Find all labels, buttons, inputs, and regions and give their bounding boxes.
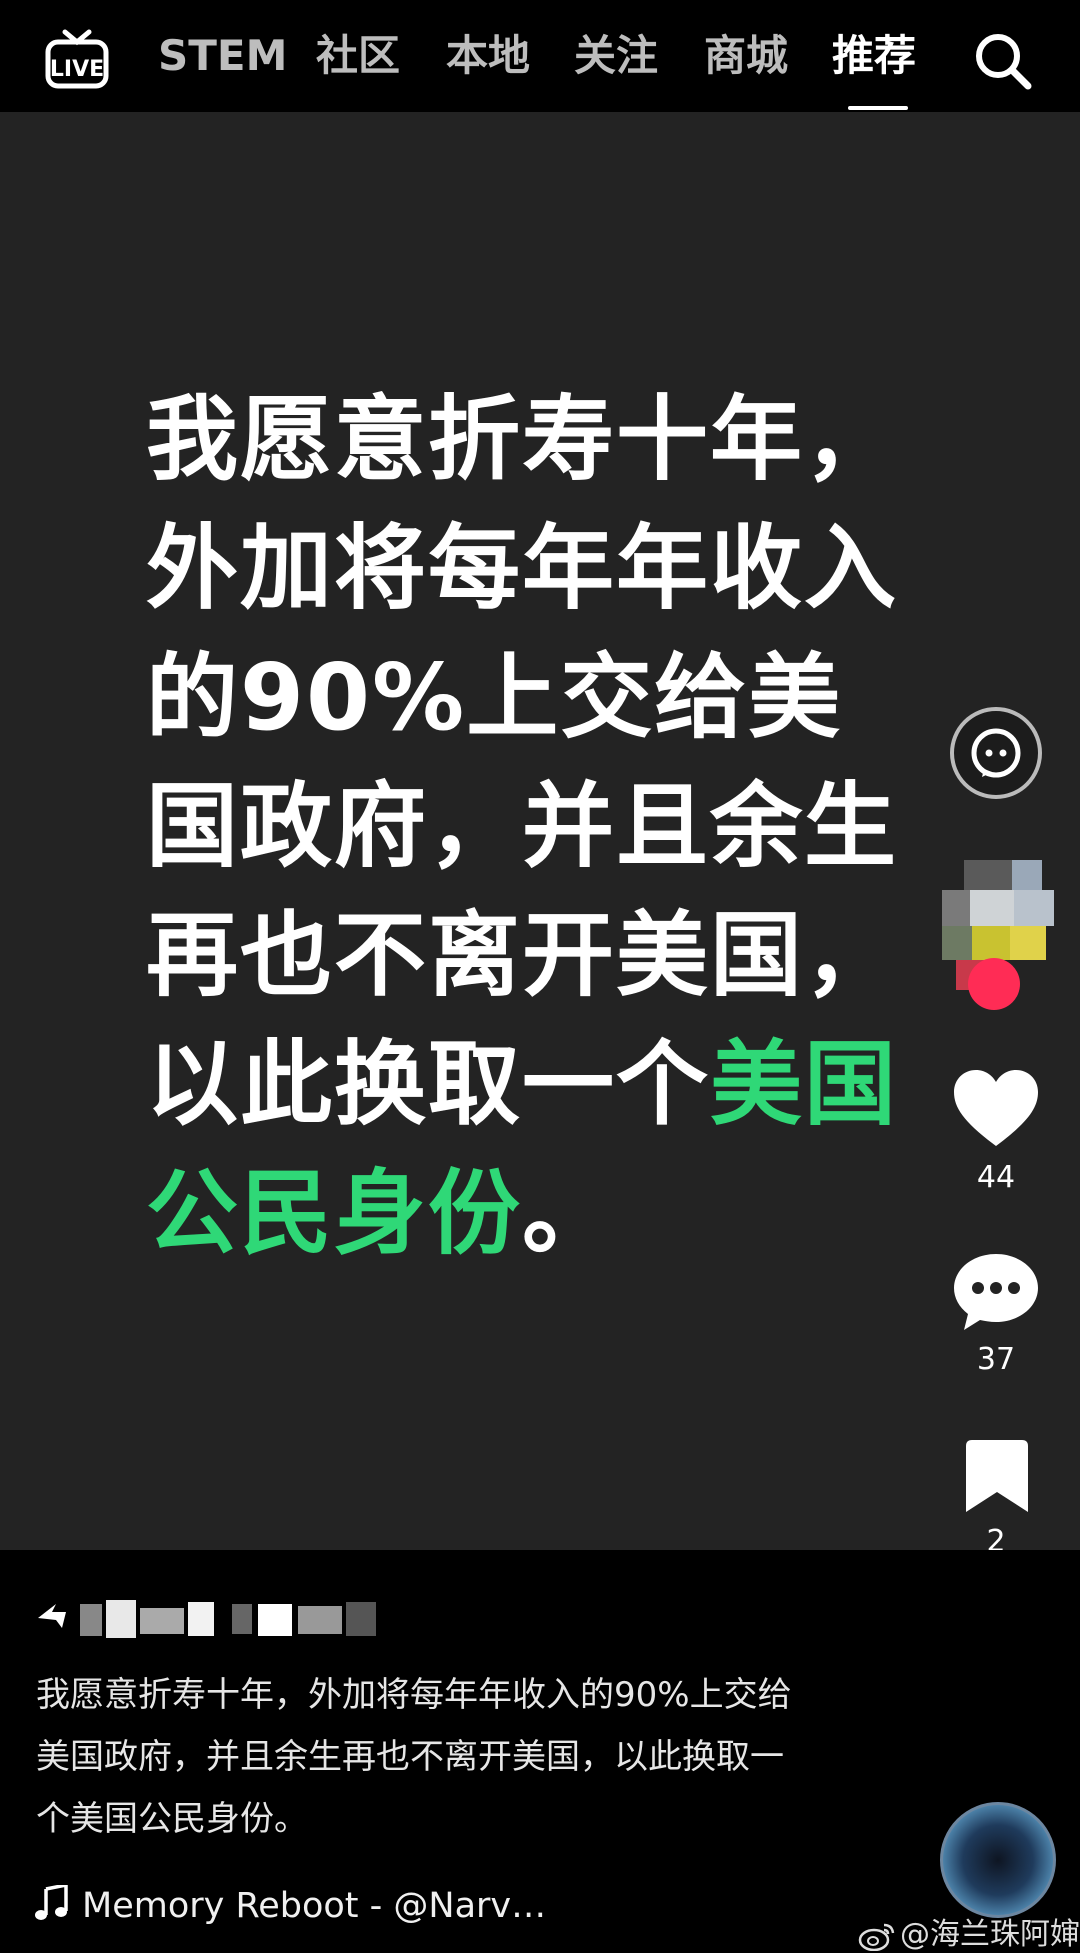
tab-local[interactable]: 本地 xyxy=(446,28,530,84)
heart-icon[interactable] xyxy=(954,1070,1038,1148)
overlay-text-end: 。 xyxy=(522,1160,617,1267)
svg-text:LIVE: LIVE xyxy=(50,57,104,82)
author-avatar[interactable] xyxy=(942,860,1060,1010)
watermark-text: @海兰珠阿婶 xyxy=(900,1917,1080,1952)
active-tab-indicator xyxy=(848,106,908,110)
post-description[interactable]: 我愿意折寿十年，外加将每年年收入的90%上交给美国政府，并且余生再也不离开美国，… xyxy=(36,1664,796,1850)
chat-ai-icon xyxy=(971,728,1021,778)
tab-following[interactable]: 关注 xyxy=(574,28,658,84)
author-username[interactable] xyxy=(36,1598,386,1638)
chat-ai-button[interactable] xyxy=(950,707,1042,799)
post-info-panel: 我愿意折寿十年，外加将每年年收入的90%上交给美国政府，并且余生再也不离开美国，… xyxy=(0,1550,1080,1953)
tab-mall[interactable]: 商城 xyxy=(704,28,788,84)
tab-recommended[interactable]: 推荐 xyxy=(832,28,916,84)
search-icon[interactable] xyxy=(972,30,1034,92)
bookmark-icon[interactable] xyxy=(966,1440,1028,1512)
music-info[interactable]: Memory Reboot - @Narv… xyxy=(34,1885,546,1926)
tab-community[interactable]: 社区 xyxy=(316,28,400,84)
like-count: 44 xyxy=(976,1160,1016,1195)
live-icon[interactable]: LIVE xyxy=(44,26,110,92)
video-player[interactable]: 我愿意折寿十年，外加将每年年收入的90%上交给美国政府，并且余生再也不离开美国，… xyxy=(0,112,1080,1550)
music-disc[interactable] xyxy=(940,1802,1056,1918)
overlay-text-white: 我愿意折寿十年，外加将每年年收入的90%上交给美国政府，并且余生再也不离开美国，… xyxy=(146,386,899,1138)
video-overlay-text: 我愿意折寿十年，外加将每年年收入的90%上交给美国政府，并且余生再也不离开美国，… xyxy=(146,375,926,1278)
music-title: Memory Reboot - @Narv… xyxy=(82,1886,547,1926)
comment-icon[interactable] xyxy=(954,1254,1038,1332)
weibo-icon xyxy=(858,1923,895,1951)
tab-stem[interactable]: STEM xyxy=(158,28,287,84)
comment-count: 37 xyxy=(976,1342,1016,1377)
top-nav-bar: LIVE STEM 社区 本地 关注 商城 推荐 xyxy=(0,0,1080,112)
weibo-watermark: @海兰珠阿婶 xyxy=(858,1909,1080,1953)
music-note-icon xyxy=(35,1885,68,1920)
